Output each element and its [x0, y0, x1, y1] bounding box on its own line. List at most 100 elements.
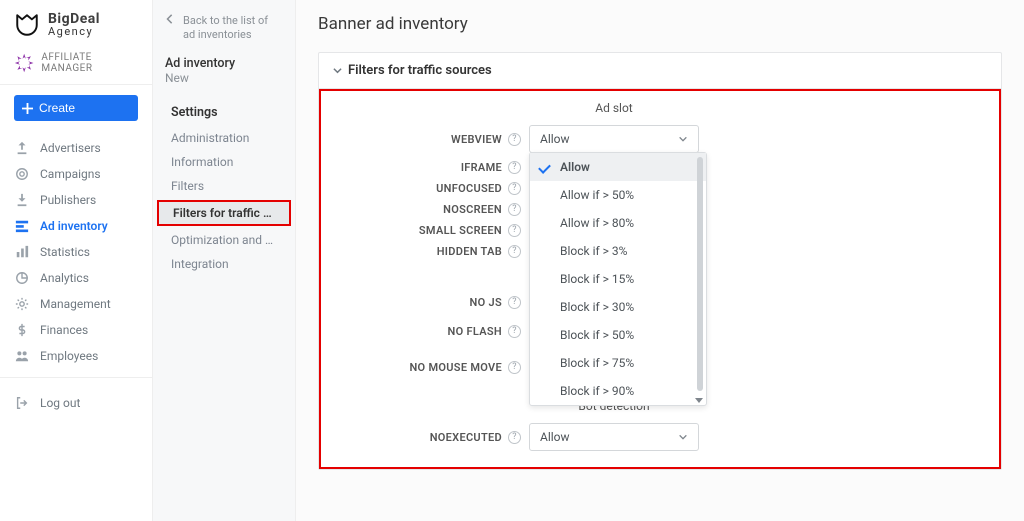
- field-label: NO FLASH ?: [339, 325, 529, 338]
- label-text: NO JS: [470, 296, 502, 309]
- gear-icon: [14, 296, 30, 312]
- dropdown-option[interactable]: Allow: [530, 153, 706, 181]
- upload-icon: [14, 140, 30, 156]
- dropdown-option[interactable]: Allow if > 80%: [530, 209, 706, 237]
- role-row: AFFILIATE MANAGER: [0, 46, 152, 85]
- subnav-item-information[interactable]: Information: [153, 150, 295, 174]
- chevron-left-icon: [165, 14, 175, 24]
- panel-title: Filters for traffic sources: [348, 63, 492, 78]
- nav-item-label: Analytics: [40, 271, 89, 285]
- subnav-title: Ad inventory: [153, 56, 295, 71]
- inventory-icon: [14, 218, 30, 234]
- nav-item-advertisers[interactable]: Advertisers: [0, 135, 152, 161]
- dropdown-option[interactable]: Block if > 3%: [530, 237, 706, 265]
- subnav-subtitle: New: [153, 71, 295, 95]
- nav-item-label: Statistics: [40, 245, 90, 259]
- subnav-item-optimization-rules[interactable]: Optimization and rules: [153, 228, 295, 252]
- pie-chart-icon: [14, 270, 30, 286]
- nav-item-label: Management: [40, 297, 111, 311]
- help-icon[interactable]: ?: [508, 296, 521, 309]
- logout-icon: [14, 395, 30, 411]
- select-value: Allow: [540, 430, 570, 444]
- subnav-item-filters-traffic-sources[interactable]: Filters for traffic sour…: [157, 200, 291, 226]
- help-icon[interactable]: ?: [508, 245, 521, 258]
- brand-line2: Agency: [48, 26, 100, 38]
- brand-line1: BigDeal: [48, 12, 100, 26]
- label-text: SMALL SCREEN: [419, 224, 502, 237]
- help-icon[interactable]: ?: [508, 203, 521, 216]
- nav-footer: Log out: [0, 390, 152, 416]
- label-text: UNFOCUSED: [436, 182, 502, 195]
- nav-item-management[interactable]: Management: [0, 291, 152, 317]
- dropdown-option[interactable]: Allow if > 50%: [530, 181, 706, 209]
- nav-item-label: Finances: [40, 323, 88, 337]
- subnav-list: Administration Information Filters Filte…: [153, 126, 295, 276]
- select-webview-dropdown[interactable]: Allow Allow if > 50% Allow if > 80% Bloc…: [529, 152, 707, 406]
- nav-item-label: Employees: [40, 349, 98, 363]
- nav-item-campaigns[interactable]: Campaigns: [0, 161, 152, 187]
- panel-header[interactable]: Filters for traffic sources: [319, 53, 1001, 89]
- field-label: UNFOCUSED ?: [339, 182, 529, 195]
- nav-item-ad-inventory[interactable]: Ad inventory: [0, 213, 152, 239]
- label-text: NO MOUSE MOVE: [409, 361, 502, 374]
- chevron-down-icon: [678, 134, 688, 144]
- create-button[interactable]: Create: [14, 95, 138, 121]
- role-label: AFFILIATE MANAGER: [41, 52, 138, 74]
- dropdown-scrollbar[interactable]: [697, 157, 703, 391]
- nav-item-label: Log out: [40, 396, 80, 410]
- subnav-item-integration[interactable]: Integration: [153, 252, 295, 276]
- select-webview[interactable]: Allow: [529, 125, 699, 153]
- help-icon[interactable]: ?: [508, 182, 521, 195]
- dropdown-options: Allow Allow if > 50% Allow if > 80% Bloc…: [530, 153, 706, 405]
- nav-item-employees[interactable]: Employees: [0, 343, 152, 369]
- label-text: WEBVIEW: [451, 133, 502, 146]
- help-icon[interactable]: ?: [508, 161, 521, 174]
- label-text: HIDDEN TAB: [437, 245, 502, 258]
- subnav-group-title: Settings: [153, 95, 295, 126]
- back-text: Back to the list of ad inventories: [183, 14, 268, 42]
- field-label: SMALL SCREEN ?: [339, 224, 529, 237]
- nav-item-label: Publishers: [40, 193, 96, 207]
- subnav-item-filters[interactable]: Filters: [153, 174, 295, 198]
- field-label: NO JS ?: [339, 296, 529, 309]
- nav-item-logout[interactable]: Log out: [0, 390, 152, 416]
- help-icon[interactable]: ?: [508, 325, 521, 338]
- filters-panel: Filters for traffic sources Ad slot WEBV…: [318, 52, 1002, 470]
- back-link[interactable]: Back to the list of ad inventories: [153, 14, 295, 56]
- help-icon[interactable]: ?: [508, 133, 521, 146]
- field-label: NO MOUSE MOVE ?: [339, 361, 529, 374]
- dropdown-scroll-down-icon[interactable]: [695, 398, 703, 403]
- nav-item-label: Campaigns: [40, 167, 101, 181]
- nav-item-analytics[interactable]: Analytics: [0, 265, 152, 291]
- label-text: NOSCREEN: [443, 203, 502, 216]
- main: Banner ad inventory Filters for traffic …: [296, 0, 1024, 521]
- people-icon: [14, 348, 30, 364]
- plus-icon: [22, 103, 33, 114]
- create-button-label: Create: [39, 101, 75, 115]
- brand-text: BigDeal Agency: [48, 12, 100, 38]
- select-noexecuted[interactable]: Allow: [529, 423, 699, 451]
- field-label: NOSCREEN ?: [339, 203, 529, 216]
- sidebar: BigDeal Agency AFFILIATE MANAGER Create …: [0, 0, 153, 521]
- agency-badge-icon: [14, 52, 34, 74]
- dropdown-option[interactable]: Block if > 30%: [530, 293, 706, 321]
- help-icon[interactable]: ?: [508, 431, 521, 444]
- label-text: NO FLASH: [448, 325, 502, 338]
- dropdown-option[interactable]: Block if > 15%: [530, 265, 706, 293]
- field-label: IFRAME ?: [339, 161, 529, 174]
- form: WEBVIEW ? Allow Allow Allow if > 50% All…: [339, 121, 981, 455]
- nav-item-publishers[interactable]: Publishers: [0, 187, 152, 213]
- nav-item-statistics[interactable]: Statistics: [0, 239, 152, 265]
- help-icon[interactable]: ?: [508, 361, 521, 374]
- nav-item-finances[interactable]: Finances: [0, 317, 152, 343]
- dropdown-option[interactable]: Block if > 50%: [530, 321, 706, 349]
- dropdown-option[interactable]: Block if > 75%: [530, 349, 706, 377]
- bar-chart-icon: [14, 244, 30, 260]
- help-icon[interactable]: ?: [508, 224, 521, 237]
- select-value: Allow: [540, 132, 570, 146]
- label-text: NOEXECUTED: [430, 431, 502, 444]
- dropdown-option[interactable]: Block if > 90%: [530, 377, 706, 405]
- subnav-item-administration[interactable]: Administration: [153, 126, 295, 150]
- panel-body: Ad slot WEBVIEW ? Allow Allow: [319, 89, 1001, 469]
- target-icon: [14, 166, 30, 182]
